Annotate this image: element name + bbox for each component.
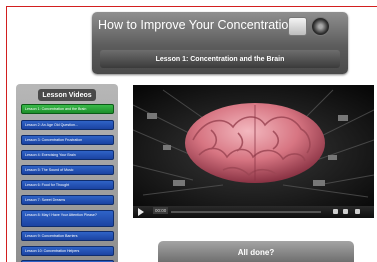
- lesson-item-9[interactable]: Lesson 9: Concentration Barriers: [21, 231, 114, 241]
- play-icon[interactable]: [138, 208, 144, 216]
- video-controls: 00:00: [133, 206, 374, 218]
- brain-icon[interactable]: [311, 17, 330, 36]
- course-header: How to Improve Your Concentration Lesson…: [92, 12, 348, 74]
- settings-icon[interactable]: [343, 209, 348, 214]
- lesson-item-7[interactable]: Lesson 7: Sweet Dreams: [21, 195, 114, 205]
- lesson-item-6[interactable]: Lesson 6: Food for Thought: [21, 180, 114, 190]
- lesson-item-1[interactable]: Lesson 1: Concentration and the Brain: [21, 104, 114, 114]
- brain-image: [133, 85, 374, 206]
- lesson-item-3[interactable]: Lesson 3: Concentration Frustration: [21, 135, 114, 145]
- lesson-item-2[interactable]: Lesson 2: An Age Old Question...: [21, 120, 114, 130]
- sidebar-title: Lesson Videos: [38, 89, 96, 101]
- volume-icon[interactable]: [333, 209, 338, 214]
- fullscreen-icon[interactable]: [355, 209, 360, 214]
- lesson-title-bar: Lesson 1: Concentration and the Brain: [100, 50, 340, 68]
- lesson-item-5[interactable]: Lesson 5: The Sound of Music: [21, 165, 114, 175]
- course-title: How to Improve Your Concentration: [98, 18, 296, 32]
- lesson-item-8[interactable]: Lesson 8: May I Have Your Attention Plea…: [21, 210, 114, 227]
- app-icon[interactable]: [288, 17, 307, 36]
- lesson-item-10[interactable]: Lesson 10: Concentration Helpers: [21, 246, 114, 256]
- all-done-button[interactable]: All done?: [158, 241, 354, 262]
- time-display: 00:00: [153, 207, 169, 214]
- video-player[interactable]: 00:00: [133, 85, 374, 218]
- lesson-item-4[interactable]: Lesson 4: Exercising Your Brain: [21, 150, 114, 160]
- lesson-videos-sidebar: Lesson Videos Lesson 1: Concentration an…: [16, 84, 118, 262]
- seek-bar[interactable]: [171, 211, 321, 213]
